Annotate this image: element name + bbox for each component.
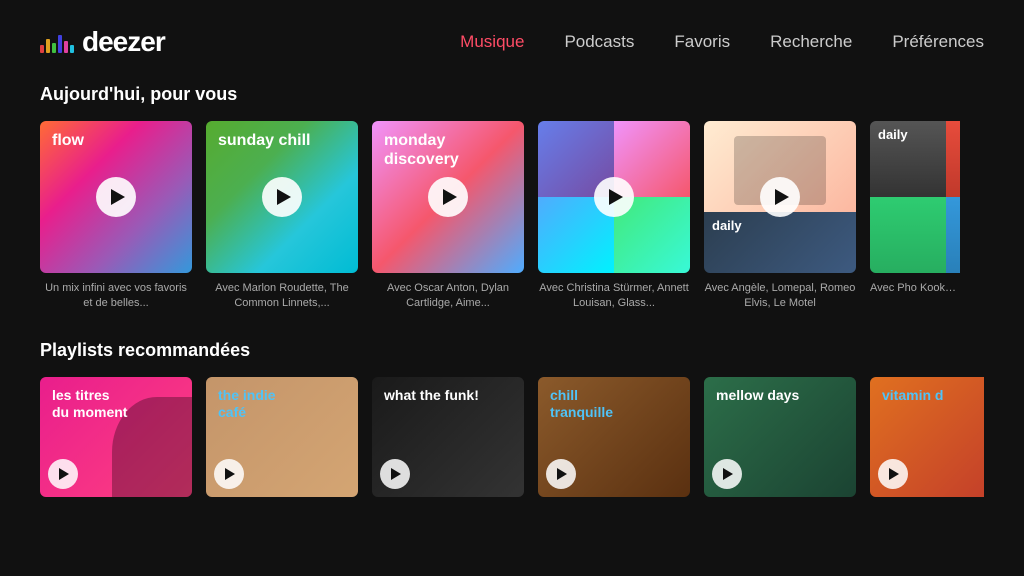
nav-favoris[interactable]: Favoris xyxy=(674,32,730,52)
playlist-what-the-funk[interactable]: what the funk! xyxy=(372,377,524,497)
logo-bars xyxy=(40,31,74,53)
playlist-chill-tranquille-play[interactable] xyxy=(546,459,576,489)
playlist-vitamin-d-play[interactable] xyxy=(878,459,908,489)
card-monday-label: monday discovery xyxy=(384,131,524,169)
header: deezer Musique Podcasts Favoris Recherch… xyxy=(0,0,1024,84)
playlist-les-titres[interactable]: les titresdu moment xyxy=(40,377,192,497)
playlist-les-titres-play[interactable] xyxy=(48,459,78,489)
logo-bar-3 xyxy=(52,43,56,53)
card-daily4-desc: Avec Christina Stürmer, Annett Louisan, … xyxy=(538,281,690,312)
playlist-what-the-funk-label: what the funk! xyxy=(384,387,479,404)
nav-musique[interactable]: Musique xyxy=(460,32,524,52)
card-flow-label: flow xyxy=(52,131,84,150)
nav-preferences[interactable]: Préférences xyxy=(892,32,984,52)
logo-bar-5 xyxy=(64,41,68,53)
card-daily6[interactable]: > daily Avec Pho Kooks, Pa... xyxy=(870,121,960,312)
card-sunday-label: sunday chill xyxy=(218,131,310,150)
daily6-label: daily xyxy=(878,127,908,142)
card-daily4-play[interactable] xyxy=(594,177,634,217)
playlists-section-title: Playlists recommandées xyxy=(40,340,984,361)
playlist-chill-tranquille[interactable]: chilltranquille xyxy=(538,377,690,497)
card-daily5-play[interactable] xyxy=(760,177,800,217)
playlist-vitamin-d-label: vitamin d xyxy=(882,387,943,404)
playlists-cards-row: les titresdu moment the indiecafé what t… xyxy=(40,377,984,497)
playlist-mellow-days-play[interactable] xyxy=(712,459,742,489)
today-cards-row: flow Un mix infini avec vos favoris et d… xyxy=(40,121,984,312)
playlist-indie-cafe-play[interactable] xyxy=(214,459,244,489)
logo-bar-1 xyxy=(40,45,44,53)
card-daily4[interactable]: Avec Christina Stürmer, Annett Louisan, … xyxy=(538,121,690,312)
main-content: Aujourd'hui, pour vous flow Un mix infin… xyxy=(0,84,1024,497)
card-daily6-desc: Avec Pho Kooks, Pa... xyxy=(870,281,960,296)
daily5-label: daily xyxy=(712,218,742,233)
logo-bar-6 xyxy=(70,45,74,53)
playlists-section: Playlists recommandées les titresdu mome… xyxy=(40,340,984,497)
main-nav: Musique Podcasts Favoris Recherche Préfé… xyxy=(460,32,984,52)
card-monday-play[interactable] xyxy=(428,177,468,217)
playlist-mellow-days-label: mellow days xyxy=(716,387,799,404)
playlist-what-the-funk-play[interactable] xyxy=(380,459,410,489)
playlist-chill-tranquille-label: chilltranquille xyxy=(550,387,613,421)
playlist-mellow-days[interactable]: mellow days xyxy=(704,377,856,497)
logo-text: deezer xyxy=(82,26,165,58)
playlist-indie-cafe[interactable]: the indiecafé xyxy=(206,377,358,497)
card-flow[interactable]: flow Un mix infini avec vos favoris et d… xyxy=(40,121,192,312)
card-daily5-desc: Avec Angèle, Lomepal, Romeo Elvis, Le Mo… xyxy=(704,281,856,312)
card-sunday-play[interactable] xyxy=(262,177,302,217)
card-flow-desc: Un mix infini avec vos favoris et de bel… xyxy=(40,281,192,312)
card-flow-play[interactable] xyxy=(96,177,136,217)
logo-bar-2 xyxy=(46,39,50,53)
card-daily5[interactable]: daily Avec Angèle, Lomepal, Romeo Elvis,… xyxy=(704,121,856,312)
card-sunday-chill[interactable]: sunday chill Avec Marlon Roudette, The C… xyxy=(206,121,358,312)
logo-bar-4 xyxy=(58,35,62,53)
playlist-indie-cafe-label: the indiecafé xyxy=(218,387,276,421)
today-section: Aujourd'hui, pour vous flow Un mix infin… xyxy=(40,84,984,312)
playlist-vitamin-d[interactable]: vitamin d xyxy=(870,377,984,497)
logo: deezer xyxy=(40,26,165,58)
card-sunday-desc: Avec Marlon Roudette, The Common Linnets… xyxy=(206,281,358,312)
card-monday-desc: Avec Oscar Anton, Dylan Cartlidge, Aime.… xyxy=(372,281,524,312)
card-monday-discovery[interactable]: monday discovery Avec Oscar Anton, Dylan… xyxy=(372,121,524,312)
playlist-les-titres-label: les titresdu moment xyxy=(52,387,127,421)
today-section-title: Aujourd'hui, pour vous xyxy=(40,84,984,105)
nav-podcasts[interactable]: Podcasts xyxy=(564,32,634,52)
nav-recherche[interactable]: Recherche xyxy=(770,32,852,52)
